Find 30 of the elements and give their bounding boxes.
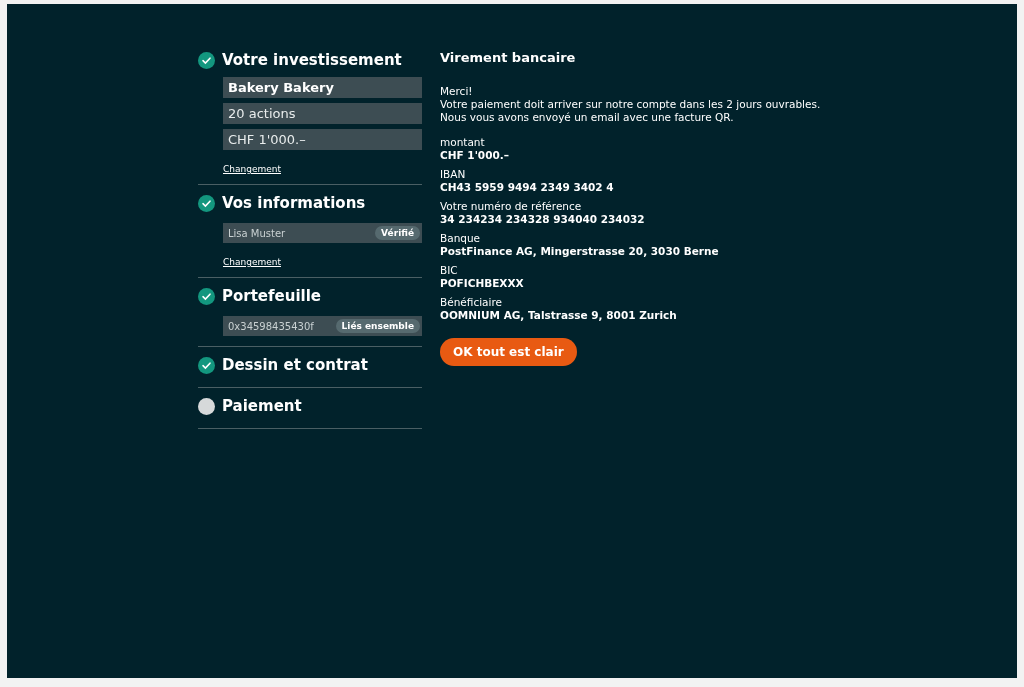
- detail-value: PostFinance AG, Mingerstrasse 20, 3030 Berne: [440, 245, 720, 258]
- detail-label: montant: [440, 136, 486, 149]
- detail-label: Bénéficiaire: [440, 296, 503, 309]
- intro-text: Merci!: [440, 85, 474, 98]
- detail-value: CHF 1'000.–: [440, 149, 510, 162]
- detail-label: Banque: [440, 232, 482, 245]
- field-value: 0x34598435430f: [228, 320, 314, 332]
- change-link[interactable]: Changement: [223, 164, 281, 174]
- step-title: Portefeuille: [222, 287, 322, 305]
- step-title: Paiement: [222, 397, 302, 415]
- detail-label: Votre numéro de référence: [440, 200, 583, 213]
- change-link[interactable]: Changement: [223, 257, 281, 267]
- section-title: Virement bancaire: [440, 50, 577, 65]
- field-value: Lisa Muster: [228, 227, 286, 239]
- detail-value: CH43 5959 9494 2349 3402 4: [440, 181, 615, 194]
- summary-field: CHF 1'000.–: [223, 129, 422, 150]
- status-badge: Vérifié: [375, 226, 420, 240]
- detail-value: 34 234234 234328 934040 234032: [440, 213, 646, 226]
- detail-value: POFICHBEXXX: [440, 277, 525, 290]
- step-title: Vos informations: [222, 194, 366, 212]
- detail-label: IBAN: [440, 168, 467, 181]
- step-title: Dessin et contrat: [222, 356, 368, 374]
- status-badge: Liés ensemble: [335, 319, 420, 333]
- step-title: Votre investissement: [222, 51, 402, 69]
- summary-field: 20 actions: [223, 103, 422, 124]
- confirm-button[interactable]: OK tout est clair: [440, 338, 577, 366]
- detail-label: BIC: [440, 264, 459, 277]
- summary-field: Bakery Bakery: [223, 77, 422, 98]
- detail-value: OOMNIUM AG, Talstrasse 9, 8001 Zurich: [440, 309, 678, 322]
- message-text: Votre paiement doit arriver sur notre compte dans les 2 jours ouvrables. Nous vous avons envoyé un email avec une facture QR.: [440, 98, 822, 124]
